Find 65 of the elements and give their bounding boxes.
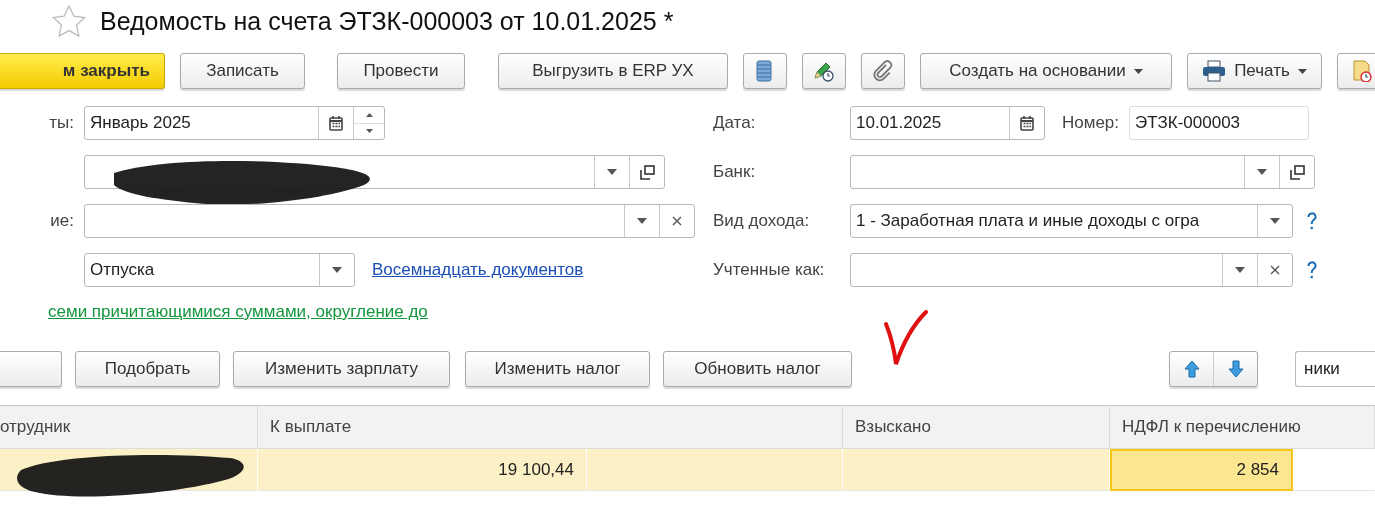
column-header[interactable]: К выплате bbox=[258, 406, 843, 449]
input-field[interactable]: Январь 2025 bbox=[84, 106, 385, 140]
spin-buttons[interactable] bbox=[353, 107, 384, 139]
caret-icon bbox=[1257, 169, 1267, 175]
caret-icon bbox=[332, 267, 342, 273]
toolbar-button[interactable]: Подобрать bbox=[75, 351, 220, 387]
printer-icon bbox=[1202, 60, 1227, 82]
field-label: Банк: bbox=[713, 162, 757, 182]
input-field[interactable] bbox=[84, 204, 695, 238]
input-field[interactable]: 1 - Заработная плата и иные доходы с огра bbox=[850, 204, 1293, 238]
field-label: Учтенные как: bbox=[713, 260, 826, 280]
caret-icon bbox=[637, 218, 647, 224]
toolbar-button[interactable]: Выгрузить в ERP УХ bbox=[498, 53, 728, 89]
icon-button[interactable] bbox=[802, 53, 846, 89]
input-field[interactable]: 10.01.2025 bbox=[850, 106, 1045, 140]
caret-icon bbox=[607, 169, 617, 175]
caret-icon bbox=[1133, 68, 1143, 74]
toolbar-button[interactable]: Обновить налог bbox=[663, 351, 852, 387]
search-field[interactable]: ники bbox=[1295, 351, 1375, 387]
list-icon bbox=[756, 60, 772, 82]
input-field[interactable] bbox=[850, 155, 1315, 189]
caret-icon bbox=[1297, 68, 1307, 74]
window-title: Ведомость на счета ЭТЗК-000003 от 10.01.2025 * bbox=[100, 6, 674, 36]
field-label: Дата: bbox=[713, 113, 757, 133]
input-field[interactable] bbox=[850, 253, 1293, 287]
menu-button[interactable]: Создать на основании bbox=[920, 53, 1172, 89]
icon-button[interactable] bbox=[1337, 53, 1375, 89]
open-window-icon bbox=[1289, 164, 1305, 180]
calendar-icon bbox=[329, 115, 343, 131]
calendar-icon bbox=[1020, 115, 1034, 131]
star-icon[interactable] bbox=[52, 5, 86, 37]
paperclip-icon bbox=[873, 60, 893, 82]
document-clock-icon bbox=[1353, 60, 1372, 82]
icon-button[interactable] bbox=[743, 53, 787, 89]
field-label: Вид дохода: bbox=[713, 211, 811, 231]
table-cell[interactable]: 2 854 bbox=[1110, 449, 1293, 491]
down-arrow-icon bbox=[1227, 360, 1244, 378]
column-header[interactable]: отрудник bbox=[0, 406, 258, 449]
input-field[interactable]: Отпуска bbox=[84, 253, 355, 287]
save-close-button[interactable]: м закрыть bbox=[0, 53, 165, 89]
field-label: ие: bbox=[49, 211, 75, 231]
caret-icon bbox=[1235, 267, 1245, 273]
pencil-clock-icon bbox=[814, 62, 834, 82]
help-icon[interactable] bbox=[1307, 261, 1317, 279]
toolbar-button[interactable]: Записать bbox=[180, 53, 305, 89]
input-field[interactable]: ЭТЗК-000003 bbox=[1129, 106, 1310, 140]
payment-link[interactable]: семи причитающимися суммами, округление до bbox=[48, 302, 428, 322]
open-window-icon bbox=[639, 164, 655, 180]
toolbar-button[interactable]: Изменить налог bbox=[465, 351, 650, 387]
checkmark-drawing bbox=[883, 310, 929, 368]
column-header[interactable]: НДФЛ к перечислению bbox=[1110, 406, 1375, 449]
column-header[interactable]: Взыскано bbox=[843, 406, 1110, 449]
toolbar-button[interactable]: Изменить зарплату bbox=[233, 351, 450, 387]
toolbar-button[interactable]: Провести bbox=[337, 53, 465, 89]
close-icon bbox=[1270, 265, 1280, 275]
table-cell: 19 100,44 bbox=[258, 449, 587, 491]
up-arrow-icon bbox=[1183, 360, 1200, 378]
caret-icon bbox=[1270, 218, 1280, 224]
field-label: Номер: bbox=[1062, 113, 1120, 133]
documents-link[interactable]: Восемнадцать документов bbox=[372, 260, 584, 280]
close-icon bbox=[672, 216, 682, 226]
icon-button[interactable] bbox=[861, 53, 905, 89]
field-label: ты: bbox=[48, 113, 75, 133]
help-icon[interactable] bbox=[1307, 212, 1317, 230]
print-button[interactable]: Печать bbox=[1187, 53, 1322, 89]
